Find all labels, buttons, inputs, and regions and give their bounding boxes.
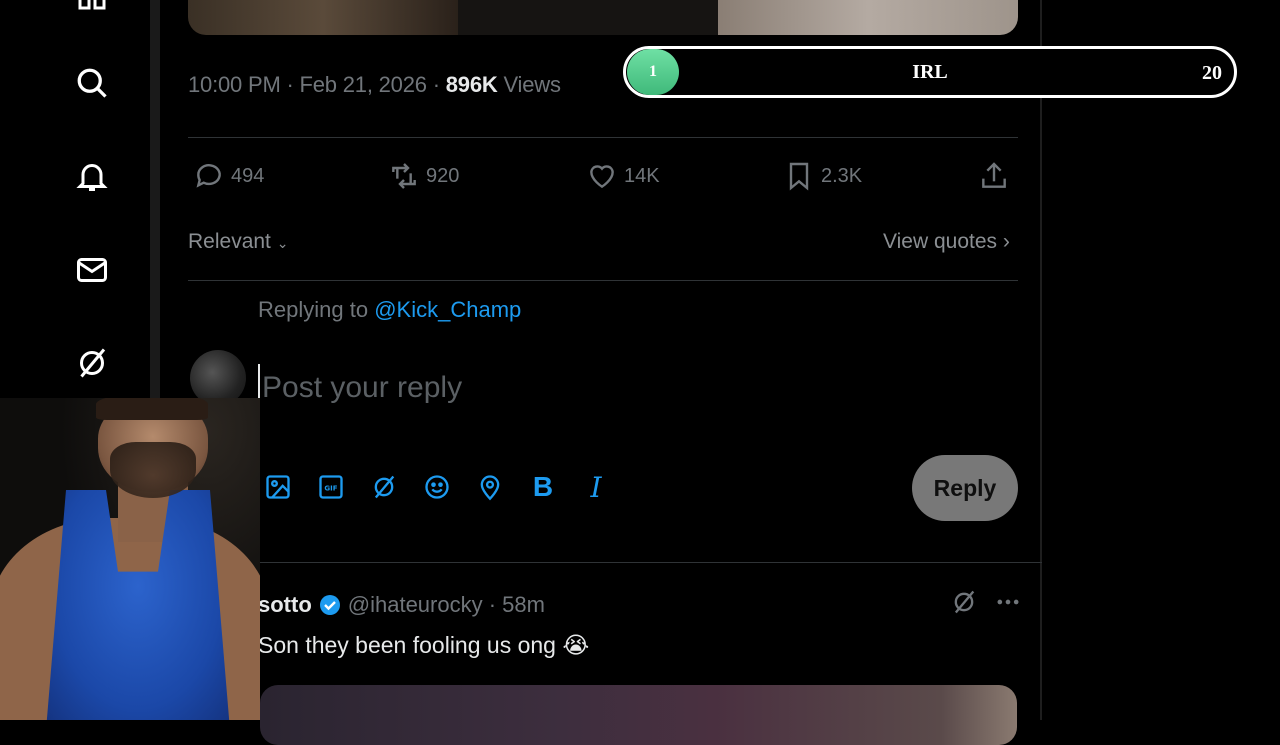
location-icon[interactable] <box>474 470 506 504</box>
post-text: Son they been fooling us ong 😭 <box>258 632 590 658</box>
tweet-date[interactable]: Feb 21, 2026 <box>300 72 427 97</box>
reply-post-header: sotto @ihateurocky · 58m <box>258 592 545 618</box>
grok-icon[interactable] <box>950 588 978 616</box>
author-handle[interactable]: @ihateurocky <box>348 592 483 617</box>
verified-badge-icon <box>319 595 340 615</box>
messages-icon[interactable] <box>72 250 112 290</box>
reply-action[interactable]: 494 <box>193 160 264 192</box>
repost-icon <box>392 163 416 189</box>
reply-button[interactable]: Reply <box>912 455 1018 521</box>
notifications-icon[interactable] <box>72 156 112 196</box>
divider <box>188 562 1042 563</box>
sort-dropdown[interactable]: Relevant ⌄ <box>188 230 288 254</box>
post-header-actions <box>950 588 1022 616</box>
view-quotes-link[interactable]: View quotes › <box>883 230 1010 254</box>
gif-icon[interactable]: GIF <box>315 470 347 504</box>
bold-button[interactable]: B <box>527 470 559 504</box>
grok-icon[interactable] <box>72 343 112 383</box>
crying-emoji: 😭 <box>562 632 590 658</box>
chevron-right-icon: › <box>1002 230 1010 253</box>
composer-toolbar: GIF B I <box>262 470 612 504</box>
divider <box>188 280 1018 281</box>
svg-text:GIF: GIF <box>324 485 337 493</box>
emoji-icon[interactable] <box>421 470 453 504</box>
image-icon[interactable] <box>262 470 294 504</box>
like-action[interactable]: 14K <box>586 160 660 192</box>
home-icon[interactable] <box>72 0 112 28</box>
tweet-actions: 494 920 14K 2.3K <box>188 160 1018 206</box>
repost-action[interactable]: 920 <box>388 160 459 192</box>
tweet-time[interactable]: 10:00 PM <box>188 72 281 97</box>
tweet-media[interactable] <box>188 0 1018 35</box>
progress-label: IRL <box>912 61 948 83</box>
stream-progress-overlay: 1 IRL 20 <box>623 46 1237 98</box>
bookmark-action[interactable]: 2.3K <box>783 160 862 192</box>
italic-button[interactable]: I <box>580 470 612 504</box>
divider <box>188 137 1018 138</box>
column-border <box>1040 0 1042 720</box>
share-icon <box>982 162 1006 188</box>
progress-max: 20 <box>1202 62 1222 84</box>
reply-input[interactable] <box>258 364 864 412</box>
grok-icon[interactable] <box>368 470 400 504</box>
replying-handle-link[interactable]: @Kick_Champ <box>374 297 521 322</box>
post-time[interactable]: 58m <box>502 592 545 617</box>
more-icon[interactable] <box>994 588 1022 616</box>
replying-to: Replying to @Kick_Champ <box>258 297 522 322</box>
heart-icon <box>590 165 614 189</box>
author-name[interactable]: sotto <box>258 592 312 618</box>
share-action[interactable] <box>978 160 1010 192</box>
views-count: 896K <box>445 72 498 97</box>
webcam-overlay <box>0 398 260 720</box>
chevron-down-icon: ⌄ <box>276 235 289 251</box>
search-icon[interactable] <box>72 63 112 103</box>
views-label: Views <box>503 72 561 97</box>
post-media[interactable] <box>260 685 1017 745</box>
bookmark-icon <box>789 162 809 191</box>
tweet-meta: 10:00 PM · Feb 21, 2026 · 896K Views <box>188 72 561 97</box>
nav-divider <box>150 0 160 400</box>
reply-icon <box>196 164 221 188</box>
